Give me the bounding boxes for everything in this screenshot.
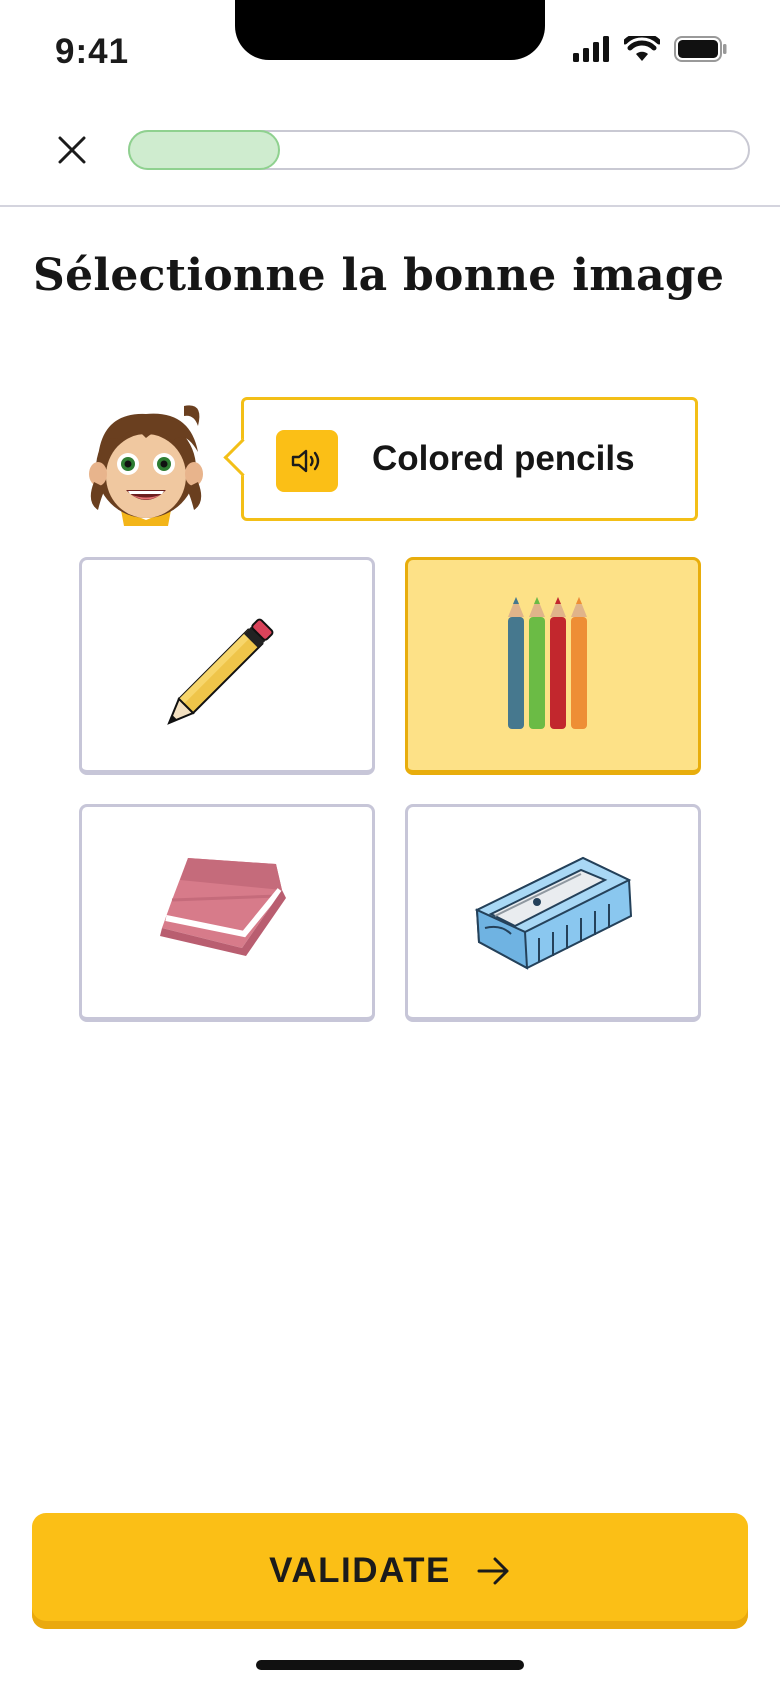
- battery-icon: [674, 36, 727, 62]
- home-indicator: [256, 1660, 524, 1670]
- choice-card-colored-pencils[interactable]: [405, 557, 701, 775]
- status-bar: 9:41: [0, 0, 780, 100]
- eraser-image: [160, 858, 286, 956]
- status-icons: [572, 36, 728, 62]
- validate-label: VALIDATE: [269, 1551, 451, 1590]
- header: [0, 110, 780, 207]
- prompt-bubble: Colored pencils: [241, 397, 698, 521]
- close-icon: [58, 136, 86, 164]
- choice-card-sharpener[interactable]: [405, 804, 701, 1022]
- boy-face-mascot: [89, 405, 203, 526]
- sharpener-image: [474, 856, 632, 970]
- close-button[interactable]: [52, 130, 92, 170]
- cellular-icon: [573, 36, 609, 62]
- validate-button[interactable]: VALIDATE: [32, 1513, 748, 1629]
- pencil-image: [167, 618, 274, 725]
- prompt-word: Colored pencils: [372, 439, 635, 478]
- progress-bar: [128, 130, 750, 170]
- status-time: 9:41: [55, 32, 130, 71]
- instruction-title: Sélectionne la bonne image: [33, 250, 725, 301]
- colored-pencils-image: [508, 597, 587, 729]
- speaker-icon: [291, 449, 320, 473]
- progress-fill: [128, 130, 281, 170]
- wifi-icon: [624, 36, 660, 61]
- choice-card-eraser[interactable]: [79, 804, 375, 1022]
- device-notch: [235, 0, 545, 60]
- choice-card-pencil[interactable]: [79, 557, 375, 775]
- arrow-right-icon: [477, 1557, 509, 1585]
- audio-button[interactable]: [276, 430, 338, 492]
